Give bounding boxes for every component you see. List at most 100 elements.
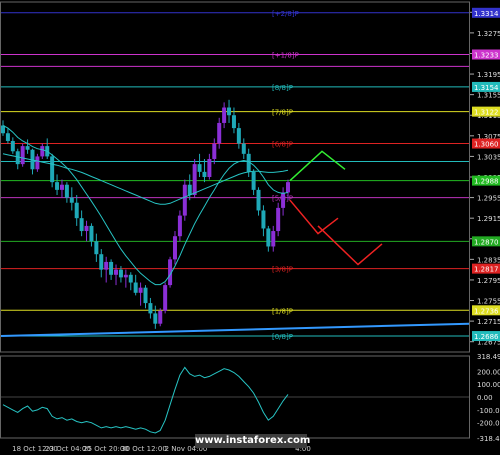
- trend-line: [0, 322, 470, 338]
- candle-body: [222, 107, 227, 123]
- candle-body: [286, 182, 290, 193]
- oscillator-tick-label: 318.4907: [477, 353, 500, 361]
- level-price-tag-label: 1.3060: [474, 141, 499, 149]
- candle-body: [138, 287, 143, 293]
- candle-body: [89, 225, 94, 242]
- level-label: [+2/8]P: [272, 10, 299, 18]
- level-price-tag-label: 1.3122: [474, 109, 499, 117]
- candle-body: [241, 143, 246, 154]
- oscillator-line: [2, 366, 289, 434]
- candle-body: [227, 107, 232, 116]
- oscillator-tick-label: 200.00: [477, 368, 500, 376]
- candle-body: [40, 146, 45, 157]
- candle-body: [197, 164, 202, 172]
- level-label: [1/8]P: [272, 307, 293, 315]
- candle-body: [133, 282, 138, 293]
- candle-body: [79, 218, 84, 232]
- price-tick-label: 1.2755: [477, 298, 500, 306]
- level-price-tag-label: 1.2686: [474, 333, 499, 341]
- oscillator-tick-label: 0.00: [477, 394, 493, 402]
- candle-body: [25, 146, 30, 150]
- down-projection-arrow: [317, 225, 383, 266]
- candle-body: [202, 171, 207, 177]
- price-tick-label: 1.2955: [477, 195, 500, 203]
- oscillator-tick-label: -100.00: [477, 407, 500, 415]
- candle-body: [64, 184, 69, 198]
- candle-body: [5, 133, 10, 141]
- level-price-tag-label: 1.3154: [474, 84, 499, 92]
- candle-body: [20, 146, 25, 165]
- candle-body: [217, 122, 222, 144]
- watermark: www.instaforex.com: [195, 434, 311, 448]
- level-price-tag-label: 1.2870: [474, 238, 499, 246]
- candle-body: [69, 197, 74, 203]
- level-price-tag-label: 1.2988: [474, 178, 499, 186]
- level-label: [3/8]P: [272, 266, 293, 274]
- candle-body: [187, 184, 192, 196]
- level-label: [7/8]P: [272, 109, 293, 117]
- candle-body: [50, 156, 55, 183]
- candle-body: [163, 285, 168, 311]
- candle-body: [261, 210, 266, 229]
- candle-body: [256, 189, 261, 211]
- candle-body: [55, 182, 60, 190]
- candle-body: [114, 269, 119, 275]
- candle-body: [231, 115, 236, 129]
- level-price-tag-label: 1.2736: [474, 307, 499, 315]
- candle-body: [172, 236, 177, 260]
- candle-body: [94, 241, 99, 255]
- candle-body: [84, 225, 89, 232]
- price-panel: [+2/8]P[+1/8]P[8/8]P[7/8]P[6/8]P[5/8]P[3…: [0, 1, 470, 353]
- oscillator-panel: 318.4907 200.00 100.00 0.00 -100.00 -200.00 -3…: [0, 353, 500, 443]
- candle-body: [74, 202, 79, 219]
- level-label: [6/8]P: [272, 141, 293, 149]
- candle-body: [207, 158, 212, 177]
- chart-window: [+2/8]P[+1/8]P[8/8]P[7/8]P[6/8]P[5/8]P[3…: [0, 0, 500, 455]
- price-tick-label: 1.3155: [477, 92, 500, 100]
- level-price-tag-label: 1.3314: [474, 10, 499, 18]
- level-label: [0/8]P: [272, 333, 293, 341]
- candle-body: [266, 228, 271, 247]
- candle-body: [158, 310, 163, 324]
- down-projection-arrow: [289, 199, 339, 235]
- candle-body: [236, 128, 241, 144]
- oscillator-tick-label: 100.00: [477, 381, 500, 389]
- level-label: [8/8]P: [272, 84, 293, 92]
- price-tick-label: 1.3195: [477, 71, 500, 79]
- oscillator-tick-label: -200.00: [477, 420, 500, 428]
- price-tick-label: 1.2915: [477, 215, 500, 223]
- candle-body: [128, 274, 133, 283]
- candle-body: [109, 261, 114, 275]
- candle-body: [143, 287, 148, 304]
- candle-body: [182, 184, 187, 216]
- candle-body: [59, 184, 64, 190]
- candle-body: [177, 215, 182, 237]
- candle-body: [35, 156, 40, 170]
- candle-body: [192, 164, 197, 196]
- candle-body: [99, 254, 104, 270]
- candle-body: [281, 192, 286, 208]
- level-price-tag-label: 1.3233: [474, 52, 499, 60]
- price-tick-label: 1.2795: [477, 277, 500, 285]
- price-tick-label: 1.3035: [477, 153, 500, 161]
- level-price-tag-label: 1.2817: [474, 266, 499, 274]
- time-label: 30 Oct 12:00: [121, 445, 167, 453]
- chart-canvas: [+2/8]P[+1/8]P[8/8]P[7/8]P[6/8]P[5/8]P[3…: [0, 1, 500, 453]
- candle-body: [118, 269, 123, 278]
- candle-body: [10, 140, 15, 152]
- candle-body: [123, 274, 128, 278]
- price-tick-label: 1.2835: [477, 256, 500, 264]
- candle-body: [251, 171, 256, 190]
- price-axis: 1.33151.32751.32351.31951.31551.31151.30…: [470, 7, 500, 347]
- candle-body: [271, 231, 276, 247]
- oscillator-tick-label: -318.4818: [477, 435, 500, 443]
- candle-body: [104, 261, 109, 270]
- up-projection-arrow: [289, 150, 346, 182]
- price-tick-label: 1.3275: [477, 30, 500, 38]
- level-label: [+1/8]P: [272, 52, 299, 60]
- price-tick-label: 1.2715: [477, 318, 500, 326]
- candle-body: [148, 303, 153, 314]
- candle-body: [276, 207, 281, 232]
- candle-body: [212, 143, 217, 159]
- candle-body: [153, 313, 158, 324]
